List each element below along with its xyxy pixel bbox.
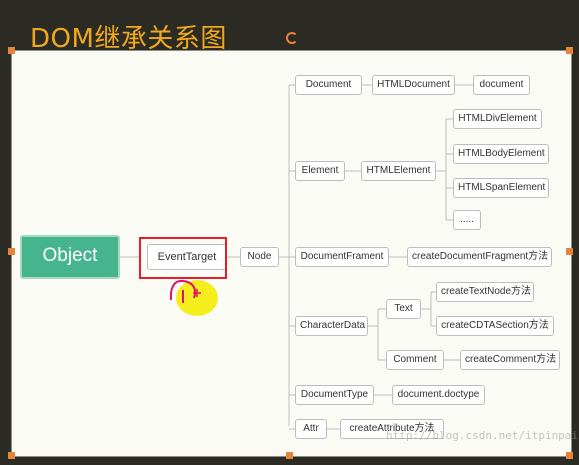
resize-handle-right[interactable] [566, 248, 573, 255]
resize-handle-top-right[interactable] [566, 47, 573, 54]
resize-handle-top-left[interactable] [8, 47, 15, 54]
rotate-icon[interactable] [286, 32, 298, 44]
resize-handle-bottom[interactable] [286, 452, 293, 459]
pen-annotation [169, 279, 201, 303]
resize-handle-left[interactable] [8, 248, 15, 255]
resize-handle-bottom-left[interactable] [8, 452, 15, 459]
resize-handle-bottom-right[interactable] [566, 452, 573, 459]
